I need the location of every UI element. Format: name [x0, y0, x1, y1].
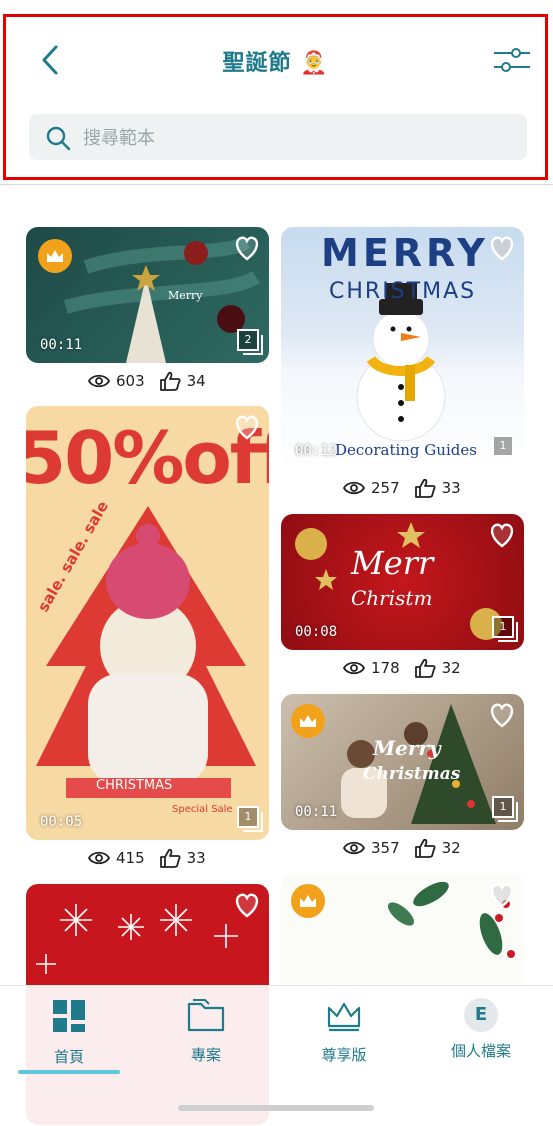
- duration-label: 00:11: [40, 337, 83, 353]
- card-stats-2: 257 33: [343, 478, 461, 498]
- duration-label: 00:08: [295, 624, 338, 640]
- favorite-heart-icon[interactable]: [488, 235, 516, 261]
- eye-icon: [343, 661, 365, 675]
- card-caption-line1: Merr: [351, 544, 434, 582]
- card-caption-bottom: Decorating Guides: [335, 441, 477, 459]
- nav-item-label: 專案: [190, 1046, 221, 1064]
- card-caption-mid: CHRISTMAS: [329, 279, 477, 304]
- view-count: 603: [116, 372, 145, 390]
- filter-sliders-icon[interactable]: [490, 43, 534, 77]
- duration-label: 00:12: [295, 443, 338, 459]
- premium-crown-icon: [291, 884, 325, 918]
- search-input[interactable]: [81, 122, 505, 154]
- favorite-heart-icon[interactable]: [233, 235, 261, 261]
- card-stats-4: 178 32: [343, 658, 461, 678]
- card-caption-banner: CHRISTMAS: [96, 778, 173, 793]
- card-stats-1: 603 34: [88, 371, 206, 391]
- active-tab-indicator: [18, 1070, 120, 1074]
- favorite-heart-icon[interactable]: [488, 882, 516, 908]
- nav-item-projects[interactable]: 專案: [151, 998, 261, 1065]
- template-card-1[interactable]: Merry 00:11 2: [26, 227, 269, 363]
- grid-icon: [53, 1000, 85, 1032]
- template-card-3[interactable]: 50%off sale. sale. sale CHRISTMAS Specia…: [26, 406, 269, 840]
- nav-item-label: 尊享版: [321, 1046, 367, 1064]
- nav-item-home[interactable]: 首頁: [14, 998, 124, 1067]
- premium-crown-icon: [291, 704, 325, 738]
- home-indicator: [178, 1105, 374, 1111]
- header-divider: [0, 184, 553, 185]
- favorite-heart-icon[interactable]: [233, 414, 261, 440]
- eye-icon: [88, 374, 110, 388]
- thumbs-up-icon: [414, 658, 436, 678]
- avatar-icon: E: [464, 998, 498, 1032]
- like-count: 32: [441, 659, 461, 677]
- view-count: 357: [371, 839, 400, 857]
- eye-icon: [88, 851, 110, 865]
- favorite-heart-icon[interactable]: [233, 892, 261, 918]
- eye-icon: [343, 841, 365, 855]
- crown-icon: [327, 1002, 361, 1032]
- page-count-badge: 1: [492, 435, 518, 461]
- avatar-letter: E: [474, 1004, 488, 1025]
- card-caption-line2: Christm: [351, 586, 433, 610]
- like-count: 34: [186, 372, 206, 390]
- folder-icon: [187, 999, 225, 1032]
- card-caption-line1: Merry: [373, 736, 441, 760]
- page-title: 聖誕節 🤶: [6, 45, 545, 77]
- template-card-4[interactable]: Merr Christm 00:08 1: [281, 514, 524, 650]
- card-caption-top: MERRY: [321, 231, 489, 275]
- header-region: 聖誕節 🤶: [3, 14, 548, 180]
- like-count: 33: [441, 479, 461, 497]
- santa-emoji: 🤶: [300, 51, 329, 76]
- view-count: 178: [371, 659, 400, 677]
- nav-item-premium[interactable]: 尊享版: [289, 998, 399, 1065]
- thumbs-up-icon: [414, 478, 436, 498]
- favorite-heart-icon[interactable]: [488, 702, 516, 728]
- view-count: 415: [116, 849, 145, 867]
- page-count-badge: 1: [492, 616, 518, 642]
- card-stats-5: 357 32: [343, 838, 461, 858]
- eye-icon: [343, 481, 365, 495]
- thumbs-up-icon: [159, 371, 181, 391]
- page-title-text: 聖誕節: [222, 51, 292, 76]
- duration-label: 00:05: [40, 814, 83, 830]
- card-caption-sub: Special Sale: [172, 804, 233, 815]
- template-card-5[interactable]: Merry Christmas 00:11 1: [281, 694, 524, 830]
- thumbs-up-icon: [414, 838, 436, 858]
- thumbs-up-icon: [159, 848, 181, 868]
- page-count-badge: 1: [237, 806, 263, 832]
- card-caption-line2: Christmas: [363, 764, 461, 784]
- duration-label: 00:11: [295, 804, 338, 820]
- search-bar[interactable]: [29, 114, 527, 160]
- like-count: 32: [441, 839, 461, 857]
- like-count: 33: [186, 849, 206, 867]
- card-caption: Merry: [168, 289, 203, 302]
- template-card-2[interactable]: MERRY CHRISTMAS Decorating Guides 00:12 …: [281, 227, 524, 469]
- search-icon: [46, 126, 71, 151]
- premium-crown-icon: [38, 239, 72, 273]
- page-count-badge: 1: [492, 796, 518, 822]
- view-count: 257: [371, 479, 400, 497]
- favorite-heart-icon[interactable]: [488, 522, 516, 548]
- nav-item-label: 個人檔案: [450, 1042, 511, 1060]
- nav-item-label: 首頁: [53, 1048, 84, 1066]
- nav-item-profile[interactable]: E 個人檔案: [426, 998, 536, 1061]
- card-stats-3: 415 33: [88, 848, 206, 868]
- page-count-badge: 2: [237, 329, 263, 355]
